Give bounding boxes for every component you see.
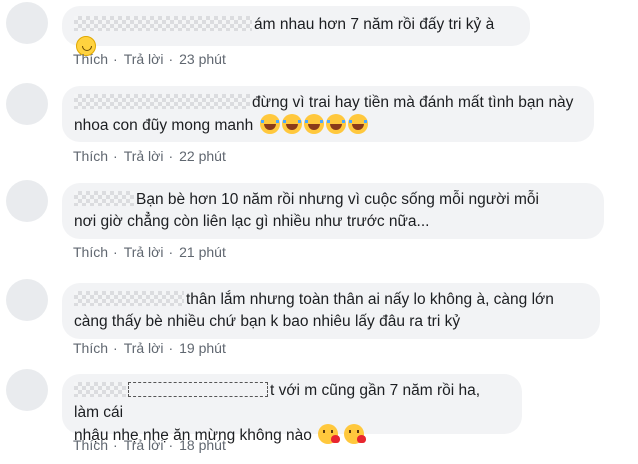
avatar[interactable] — [6, 180, 48, 222]
reply-button[interactable]: Trả lời — [124, 437, 164, 453]
separator: · — [168, 148, 174, 164]
separator: · — [168, 51, 174, 67]
separator: · — [113, 340, 118, 356]
timestamp[interactable]: 21 phút — [179, 244, 226, 260]
comment-text-line-2: nơi giờ chẳng còn liên lạc gì nhiều như … — [74, 213, 430, 230]
comment-actions: Thích · Trả lời · 22 phút — [73, 148, 226, 164]
face-with-tears-of-joy-icon — [259, 114, 280, 134]
comment-bubble: t với m cũng gần 7 năm rồi ha, làm cái n… — [62, 374, 522, 444]
comment-actions: Thích · Trả lời · 19 phút — [73, 340, 226, 356]
face-with-tears-of-joy-icon — [347, 114, 368, 134]
reply-button[interactable]: Trả lời — [124, 51, 164, 67]
separator: · — [168, 437, 174, 453]
timestamp[interactable]: 22 phút — [179, 148, 226, 164]
comment-actions: Thích · Trả lời · 23 phút — [73, 51, 226, 67]
separator: · — [168, 340, 174, 356]
separator: · — [113, 244, 118, 260]
avatar[interactable] — [6, 279, 48, 321]
separator: · — [113, 437, 118, 453]
face-with-tears-of-joy-icon — [303, 114, 324, 134]
timestamp[interactable]: 19 phút — [179, 340, 226, 356]
redacted-author-name[interactable] — [74, 191, 134, 206]
redacted-author-name[interactable] — [74, 291, 184, 306]
timestamp[interactable]: 23 phút — [179, 51, 226, 67]
timestamp[interactable]: 18 phút — [179, 437, 226, 453]
like-button[interactable]: Thích — [73, 340, 108, 356]
face-with-tears-of-joy-icon — [281, 114, 302, 134]
comment-bubble: ám nhau hơn 7 năm rồi đấy tri kỷ à — [62, 6, 530, 56]
comment-text-line-1: thân lắm nhưng toàn thân ai nấy lo không… — [186, 291, 554, 308]
reply-button[interactable]: Trả lời — [124, 340, 164, 356]
reply-button[interactable]: Trả lời — [124, 244, 164, 260]
separator: · — [168, 244, 174, 260]
comment-actions: Thích · Trả lời · 18 phút — [73, 437, 226, 453]
avatar[interactable] — [6, 369, 48, 411]
comment-text-line-1: Bạn bè hơn 10 năm rồi nhưng vì cuộc sống… — [136, 191, 539, 208]
face-blowing-a-kiss-icon — [344, 424, 367, 444]
comment-text-line-2: càng thấy bè nhiều chứ bạn k bao nhiêu l… — [74, 313, 461, 330]
like-button[interactable]: Thích — [73, 437, 108, 453]
redacted-author-name[interactable] — [74, 94, 250, 109]
redacted-author-name[interactable] — [74, 382, 126, 397]
separator: · — [113, 51, 118, 67]
redacted-mention[interactable] — [128, 382, 268, 397]
reply-button[interactable]: Trả lời — [124, 148, 164, 164]
redacted-author-name[interactable] — [74, 16, 252, 31]
comment-bubble: thân lắm nhưng toàn thân ai nấy lo không… — [62, 283, 600, 339]
comment-actions: Thích · Trả lời · 21 phút — [73, 244, 226, 260]
separator: · — [113, 148, 118, 164]
avatar[interactable] — [6, 83, 48, 125]
comment-text-line-1: đừng vì trai hay tiền mà đánh mất tình b… — [252, 94, 574, 111]
like-button[interactable]: Thích — [73, 51, 108, 67]
comment-text: ám nhau hơn 7 năm rồi đấy tri kỷ à — [254, 16, 495, 33]
comment-text-line-2: nhoa con đũy mong manh — [74, 117, 254, 134]
comment-bubble: Bạn bè hơn 10 năm rồi nhưng vì cuộc sống… — [62, 183, 604, 239]
comment-bubble: đừng vì trai hay tiền mà đánh mất tình b… — [62, 86, 594, 142]
face-with-tears-of-joy-icon — [325, 114, 346, 134]
like-button[interactable]: Thích — [73, 148, 108, 164]
avatar[interactable] — [6, 2, 48, 44]
like-button[interactable]: Thích — [73, 244, 108, 260]
face-blowing-a-kiss-icon — [318, 424, 341, 444]
